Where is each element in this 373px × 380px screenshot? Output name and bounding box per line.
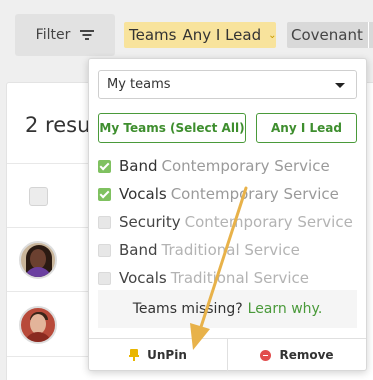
option-service-name: Traditional Service <box>170 269 310 287</box>
minus-circle-icon <box>260 349 272 361</box>
team-option-vocals-traditional[interactable]: Vocals Traditional Service <box>98 269 309 287</box>
chevron-down-icon: ⌄ <box>268 29 277 41</box>
team-option-vocals-contemporary[interactable]: Vocals Contemporary Service <box>98 185 339 203</box>
team-scope-value: My teams <box>107 77 171 92</box>
option-team-name: Security <box>119 213 181 231</box>
option-team-name: Band <box>119 157 158 175</box>
caret-down-icon <box>335 83 345 88</box>
divider <box>7 291 95 292</box>
dropdown-footer: UnPin Remove <box>89 338 366 371</box>
any-i-lead-button[interactable]: Any I Lead <box>256 113 357 143</box>
option-team-name: Vocals <box>119 269 167 287</box>
covenant-chip-key: Covenant <box>291 26 363 44</box>
teams-chip-value: Any I Lead <box>182 26 262 44</box>
option-service-name: Contemporary Service <box>161 157 330 175</box>
filter-button[interactable]: Filter <box>15 14 115 56</box>
results-count: 2 results <box>25 113 95 137</box>
learn-why-link[interactable]: Learn why. <box>248 301 323 317</box>
team-option-security-contemporary[interactable]: Security Contemporary Service <box>98 213 353 231</box>
chip-divider <box>367 22 369 48</box>
teams-filter-dropdown: My teams My Teams (Select All) Any I Lea… <box>88 58 367 371</box>
divider <box>7 356 95 357</box>
option-service-name: Traditional Service <box>161 241 300 259</box>
select-all-checkbox[interactable] <box>29 187 48 206</box>
pin-icon <box>129 349 140 361</box>
option-service-name: Contemporary Service <box>184 213 353 231</box>
filter-lines-icon <box>80 30 95 40</box>
remove-label: Remove <box>279 348 334 362</box>
checkbox-unchecked[interactable] <box>98 215 111 229</box>
divider <box>7 227 95 228</box>
remove-button[interactable]: Remove <box>228 339 366 371</box>
option-team-name: Band <box>119 241 158 259</box>
checkbox-unchecked[interactable] <box>98 243 111 257</box>
option-service-name: Contemporary Service <box>170 185 339 203</box>
avatar[interactable] <box>19 241 57 279</box>
checkbox-checked[interactable] <box>98 159 111 173</box>
team-scope-select[interactable]: My teams <box>98 70 357 99</box>
filter-label: Filter <box>35 27 71 43</box>
my-teams-select-all-button[interactable]: My Teams (Select All) <box>98 113 246 143</box>
unpin-label: UnPin <box>147 348 187 362</box>
teams-missing-text: Teams missing? <box>132 301 243 317</box>
covenant-filter-chip[interactable]: Covenant S <box>287 22 373 48</box>
unpin-button[interactable]: UnPin <box>89 339 228 371</box>
checkbox-unchecked[interactable] <box>98 271 111 285</box>
team-option-band-contemporary[interactable]: Band Contemporary Service <box>98 157 330 175</box>
teams-missing-notice: Teams missing? Learn why. <box>98 290 357 328</box>
option-team-name: Vocals <box>119 185 167 203</box>
teams-chip-key: Teams <box>129 26 177 44</box>
team-option-band-traditional[interactable]: Band Traditional Service <box>98 241 300 259</box>
checkbox-checked[interactable] <box>98 187 111 201</box>
divider <box>7 163 95 164</box>
avatar[interactable] <box>19 306 57 344</box>
teams-filter-chip[interactable]: Teams Any I Lead ⌄ <box>124 22 277 48</box>
